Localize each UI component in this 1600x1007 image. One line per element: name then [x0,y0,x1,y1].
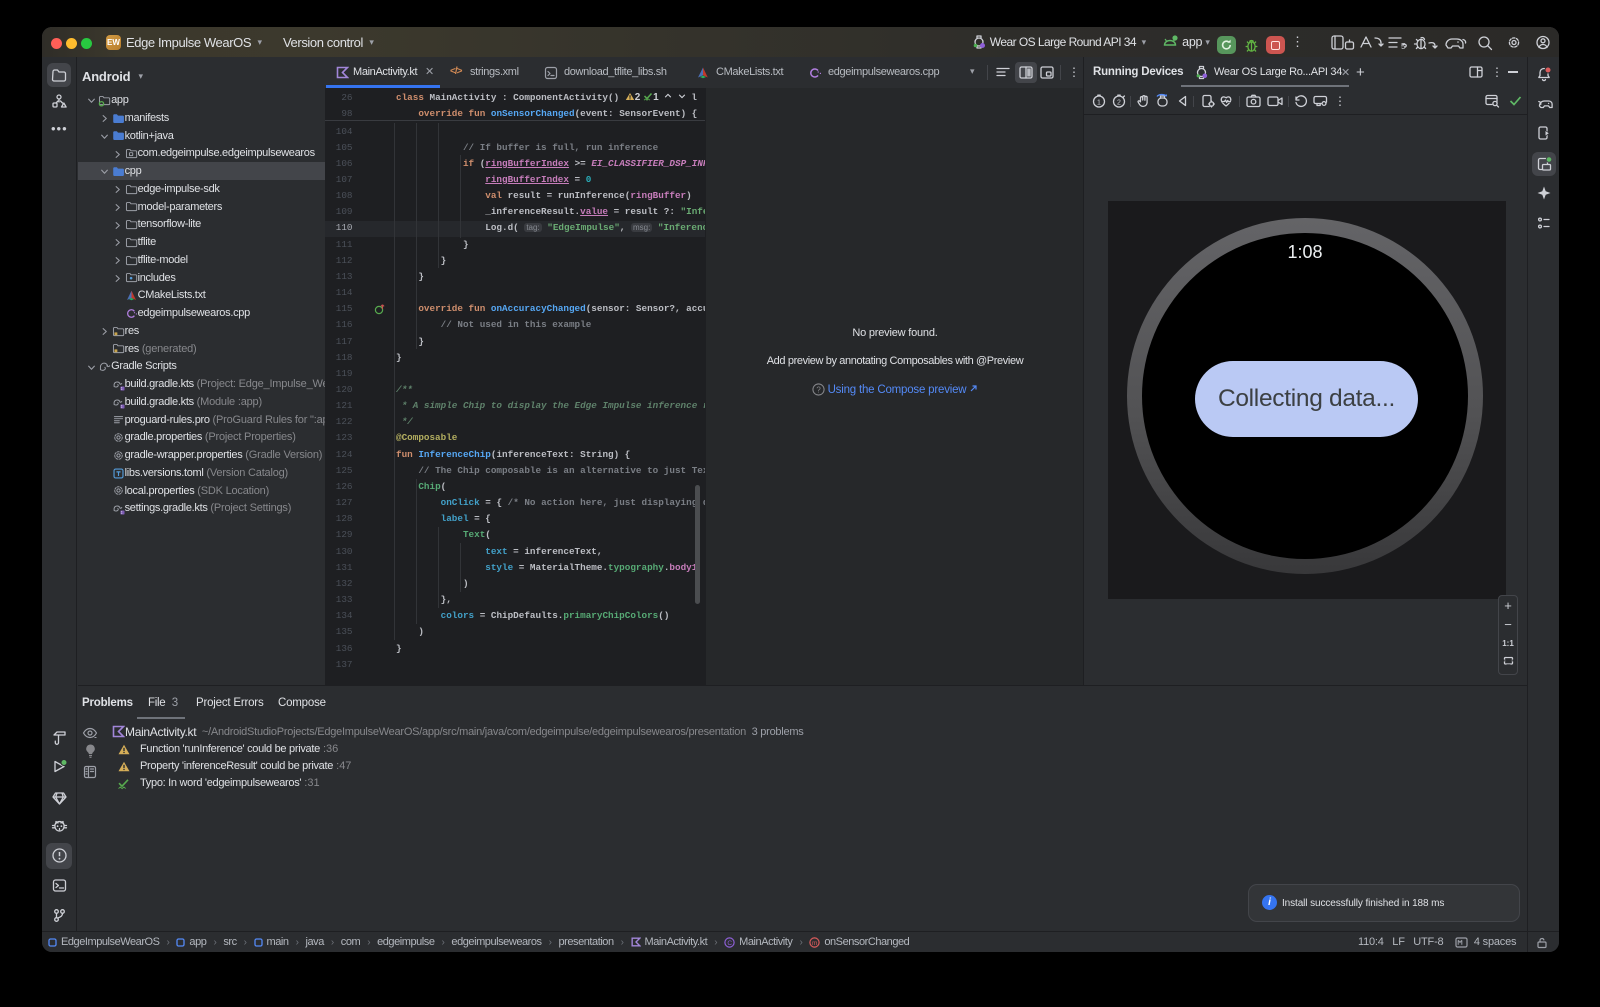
svg-text:5: 5 [1401,42,1406,51]
svg-text:m: m [812,940,817,947]
svg-text:1: 1 [1097,99,1101,106]
svg-text:2: 2 [1117,99,1121,106]
svg-text:?: ? [816,385,821,394]
